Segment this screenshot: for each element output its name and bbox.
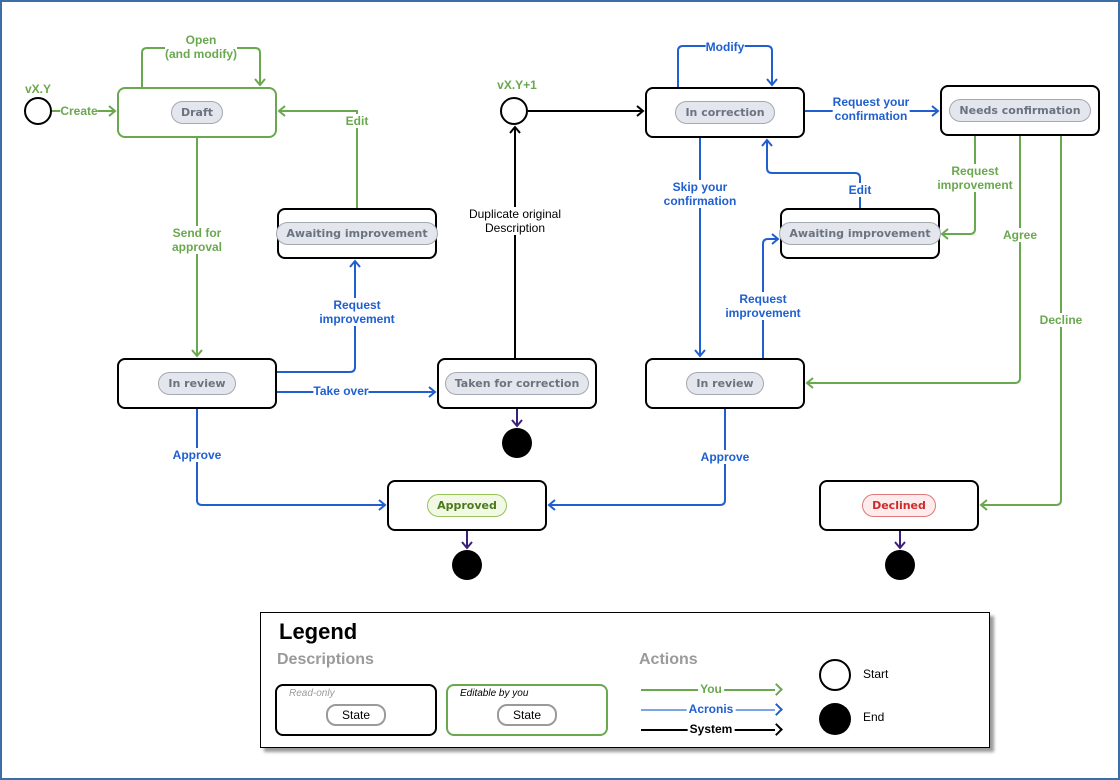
label-request-improvement-right: Request improvement xyxy=(725,292,801,320)
label-line: Request xyxy=(739,292,787,306)
state-needs-confirmation[interactable]: Needs confirmation xyxy=(940,85,1100,136)
label-request-confirmation: Request your confirmation xyxy=(832,95,910,123)
state-awaiting-improvement-right[interactable]: Awaiting improvement xyxy=(779,208,941,259)
legend-state-pill: State xyxy=(325,704,387,726)
state-pill-awaiting-improvement: Awaiting improvement xyxy=(276,222,438,245)
state-pill-draft: Draft xyxy=(170,101,224,124)
legend-you-arrow: You xyxy=(641,682,783,698)
label-send-for-approval: Send for approval xyxy=(171,226,223,254)
label-approve-left: Approve xyxy=(172,448,222,462)
state-pill-in-review: In review xyxy=(686,372,764,395)
approve-left-arrow xyxy=(196,409,385,506)
label-line: Duplicate original xyxy=(468,207,562,221)
state-declined[interactable]: Declined xyxy=(819,480,979,531)
legend-system-label: System xyxy=(687,722,735,736)
label-line: improvement xyxy=(725,306,801,320)
legend-state-pill: State xyxy=(496,704,558,726)
label-skip-confirmation: Skip your confirmation xyxy=(663,180,737,208)
label-line: confirmation xyxy=(663,194,737,208)
label-line: Request xyxy=(333,298,381,312)
state-pill-declined: Declined xyxy=(862,494,936,517)
label-approve-right: Approve xyxy=(700,450,750,464)
legend-acronis-arrow: Acronis xyxy=(641,702,783,718)
label-line: Request your xyxy=(832,95,910,109)
label-modify: Modify xyxy=(705,40,745,54)
end-node-declined xyxy=(885,550,915,580)
state-pill-in-review: In review xyxy=(158,372,236,395)
label-request-improvement-left: Request improvement xyxy=(319,298,395,326)
state-pill-awaiting-improvement: Awaiting improvement xyxy=(779,222,941,245)
label-line: Request xyxy=(951,164,999,178)
state-approved[interactable]: Approved xyxy=(387,480,547,531)
label-line: approval xyxy=(171,240,223,254)
end-node-approved xyxy=(452,550,482,580)
legend-end-icon xyxy=(819,703,851,735)
legend-title: Legend xyxy=(279,619,358,644)
legend-end-label: End xyxy=(863,710,885,724)
label-take-over: Take over xyxy=(313,384,369,398)
legend-editable-box: Editable by you State xyxy=(446,684,608,736)
label-create: Create xyxy=(60,104,98,118)
legend-start-icon xyxy=(819,659,851,691)
legend-system-arrow: System xyxy=(641,722,783,738)
version-label-initial: vX.Y xyxy=(24,82,52,96)
label-request-improvement-green: Request improvement xyxy=(937,164,1013,192)
state-taken-for-correction[interactable]: Taken for correction xyxy=(437,358,597,409)
label-line: Open xyxy=(185,33,217,47)
legend-editable-caption: Editable by you xyxy=(460,688,529,699)
state-pill-approved: Approved xyxy=(427,494,507,517)
label-decline: Decline xyxy=(1039,313,1083,327)
legend-read-only-caption: Read-only xyxy=(289,688,335,699)
version-label-next: vX.Y+1 xyxy=(497,78,537,92)
start-node-initial xyxy=(24,97,52,125)
legend-you-label: You xyxy=(698,682,724,696)
label-line: Description xyxy=(484,221,546,235)
label-line: improvement xyxy=(319,312,395,326)
legend-acronis-label: Acronis xyxy=(686,702,736,716)
state-draft[interactable]: Draft xyxy=(117,87,277,138)
approve-right-arrow xyxy=(549,409,726,506)
legend-descriptions-heading: Descriptions xyxy=(277,651,374,668)
legend-read-only-box: Read-only State xyxy=(275,684,437,736)
label-duplicate-description: Duplicate original Description xyxy=(468,207,562,235)
label-line: Send for xyxy=(172,226,222,240)
state-pill-needs-confirmation: Needs confirmation xyxy=(949,99,1091,122)
state-in-correction[interactable]: In correction xyxy=(645,87,805,138)
label-edit-left: Edit xyxy=(345,114,369,128)
state-in-review-right[interactable]: In review xyxy=(645,358,805,409)
legend-start-label: Start xyxy=(863,667,889,681)
start-node-next xyxy=(500,97,528,125)
label-edit-right: Edit xyxy=(848,183,872,197)
label-line: confirmation xyxy=(834,109,908,123)
label-line: Skip your xyxy=(672,180,728,194)
state-pill-taken-for-correction: Taken for correction xyxy=(444,372,590,395)
state-in-review-left[interactable]: In review xyxy=(117,358,277,409)
end-node-taken xyxy=(502,428,532,458)
state-pill-in-correction: In correction xyxy=(675,101,775,124)
label-open-modify: Open (and modify) xyxy=(165,33,237,61)
state-awaiting-improvement-left[interactable]: Awaiting improvement xyxy=(276,208,438,259)
legend-actions-heading: Actions xyxy=(639,651,698,668)
label-line: improvement xyxy=(937,178,1013,192)
label-line: (and modify) xyxy=(165,47,237,61)
label-agree: Agree xyxy=(1002,228,1038,242)
edit-right-arrow xyxy=(766,140,861,208)
legend: Legend Descriptions Read-only State Edit… xyxy=(260,612,990,748)
